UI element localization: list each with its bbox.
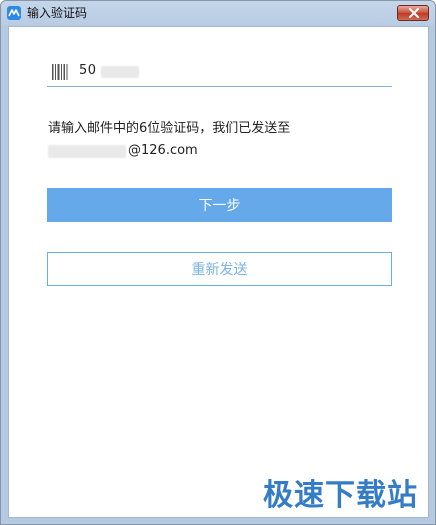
barcode-icon [51,63,69,85]
resend-button[interactable]: 重新发送 [47,252,392,286]
account-value: 50 [79,63,97,78]
close-icon [409,8,419,18]
site-watermark: 极速下载站 [263,478,418,513]
title-bar[interactable]: 输入验证码 [1,1,435,25]
dialog-window: 输入验证码 50 请输入邮件中的6位验证码，我们已发送至 @126.com 下一… [0,0,436,525]
dialog-content: 50 请输入邮件中的6位验证码，我们已发送至 @126.com 下一步 重新发送 [8,26,429,518]
next-step-button[interactable]: 下一步 [47,188,392,222]
masked-account [101,66,139,78]
window-title: 输入验证码 [27,6,88,20]
email-domain: @126.com [128,143,198,158]
close-button[interactable] [397,5,429,21]
app-logo-icon [7,6,21,20]
account-field[interactable]: 50 [47,59,392,87]
verification-hint: 请输入邮件中的6位验证码，我们已发送至 [48,121,291,136]
target-email: @126.com [48,141,248,161]
masked-email-user [48,145,126,158]
